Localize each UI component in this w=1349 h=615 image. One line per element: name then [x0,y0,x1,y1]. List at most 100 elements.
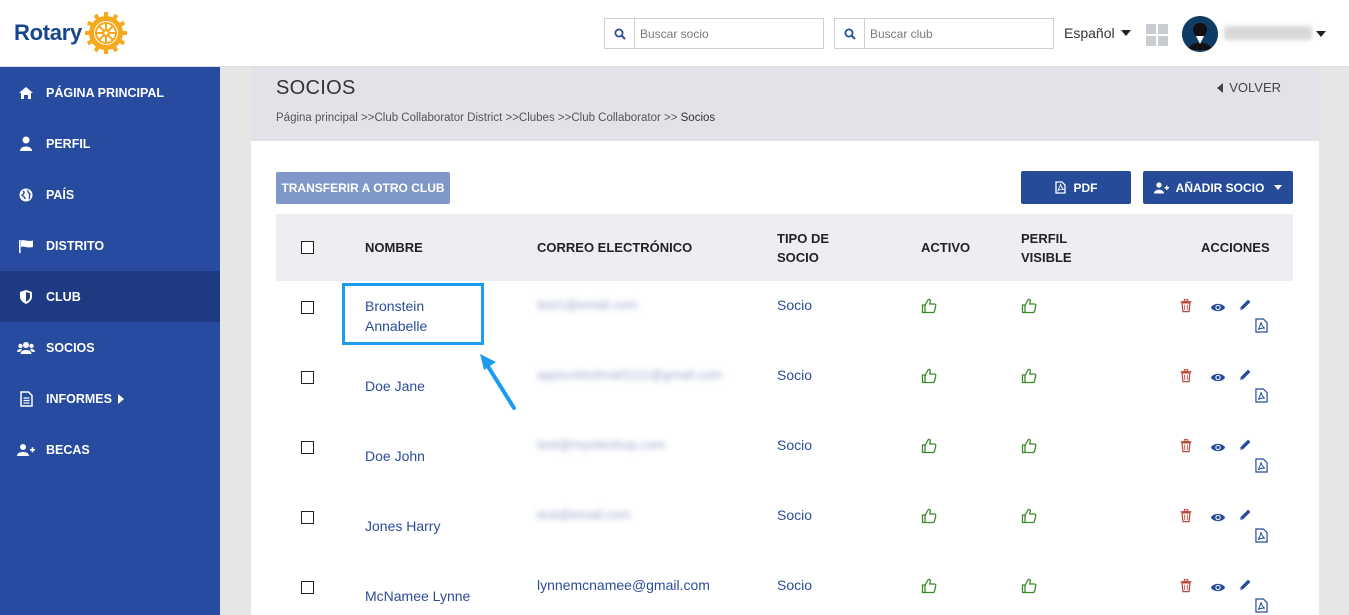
eye-icon[interactable] [1210,440,1226,456]
user-icon [16,136,36,152]
apps-grid-icon[interactable] [1146,24,1168,46]
thumbs-up-icon[interactable] [1021,438,1037,454]
sidebar-item-country[interactable]: PAÍS [0,169,220,220]
thumbs-up-icon[interactable] [921,368,937,384]
sidebar-item-district[interactable]: DISTRITO [0,220,220,271]
member-name-line1: Jones Harry [365,518,441,534]
sidebar-item-label: CLUB [46,289,81,304]
thumbs-up-icon[interactable] [1021,578,1037,594]
table-row: Bronstein Annabelle test1@email.com Socio [276,281,1293,351]
row-checkbox[interactable] [301,511,314,524]
sidebar-item-scholarships[interactable]: BECAS [0,424,220,475]
sidebar-item-club[interactable]: CLUB [0,271,220,322]
trash-icon[interactable] [1179,298,1195,314]
pdf-icon[interactable] [1255,388,1271,404]
edit-pencil-icon[interactable] [1238,438,1254,454]
sidebar-item-home[interactable]: PÁGINA PRINCIPAL [0,67,220,118]
thumbs-up-icon[interactable] [1021,298,1037,314]
pdf-icon[interactable] [1255,458,1271,474]
member-name-link[interactable]: Jones Harry [365,516,440,536]
pdf-icon[interactable] [1255,318,1271,334]
eye-icon[interactable] [1210,370,1226,386]
member-name-line2: Annabelle [365,318,428,334]
rotary-logo[interactable]: Rotary [14,11,128,55]
member-email: lynnemcnamee@gmail.com [537,577,710,593]
header-visible-line1: PERFIL [1021,231,1068,246]
sidebar-item-label: BECAS [46,442,90,457]
thumbs-up-icon[interactable] [921,438,937,454]
transfer-club-button[interactable]: TRANSFERIR A OTRO CLUB [276,172,450,204]
thumbs-up-icon[interactable] [921,508,937,524]
language-selector[interactable]: Español [1064,25,1131,41]
header-actions: ACCIONES [1201,240,1270,255]
edit-pencil-icon[interactable] [1238,298,1254,314]
header-type[interactable]: TIPO DE SOCIO [777,229,829,267]
breadcrumb-current: Socios [680,112,716,124]
breadcrumb-path[interactable]: Página principal >>Club Collaborator Dis… [276,112,681,124]
sidebar-item-profile[interactable]: PERFIL [0,118,220,169]
chevron-left-icon [1217,82,1224,93]
member-name-line1: Doe Jane [365,378,425,394]
thumbs-up-icon[interactable] [1021,368,1037,384]
row-checkbox[interactable] [301,441,314,454]
trash-icon[interactable] [1179,578,1195,594]
row-checkbox[interactable] [301,371,314,384]
sidebar: PÁGINA PRINCIPAL PERFIL PAÍS DISTRITO CL… [0,67,220,615]
document-icon [16,390,36,407]
member-type: Socio [777,367,813,383]
shield-icon [16,289,36,305]
row-checkbox[interactable] [301,301,314,314]
back-button[interactable]: VOLVER [1217,80,1281,95]
sidebar-item-label: SOCIOS [46,340,95,355]
sidebar-item-label: PAÍS [46,187,75,202]
search-club-input[interactable] [865,19,1053,48]
pdf-icon[interactable] [1255,598,1271,614]
search-club [834,18,1054,49]
eye-icon[interactable] [1210,580,1226,596]
pdf-button[interactable]: PDF [1021,171,1131,204]
trash-icon[interactable] [1179,438,1195,454]
home-icon [16,85,36,101]
member-name-link[interactable]: Doe John [365,446,425,466]
user-plus-icon [1153,181,1169,193]
header-active[interactable]: ACTIVO [921,238,970,257]
thumbs-up-icon[interactable] [1021,508,1037,524]
add-member-button[interactable]: AÑADIR SOCIO [1143,171,1293,204]
chevron-down-icon[interactable] [1316,31,1326,37]
header-name[interactable]: NOMBRE [365,238,423,257]
chevron-right-icon [117,393,124,404]
pdf-icon[interactable] [1255,528,1271,544]
pdf-label: PDF [1073,180,1098,195]
avatar[interactable] [1182,16,1218,52]
trash-icon[interactable] [1179,508,1195,524]
globe-icon [16,187,36,203]
member-name-link[interactable]: Bronstein Annabelle [365,296,427,336]
select-all-checkbox[interactable] [301,241,314,254]
back-label: VOLVER [1229,80,1281,95]
breadcrumb[interactable]: Página principal >>Club Collaborator Dis… [276,112,1319,124]
member-name-link[interactable]: McNamee Lynne [365,586,470,606]
edit-pencil-icon[interactable] [1238,578,1254,594]
edit-pencil-icon[interactable] [1238,368,1254,384]
edit-pencil-icon[interactable] [1238,508,1254,524]
thumbs-up-icon[interactable] [921,578,937,594]
header-visible[interactable]: PERFIL VISIBLE [1021,229,1072,267]
header-type-line2: SOCIO [777,250,819,265]
trash-icon[interactable] [1179,368,1195,384]
main-panel: SOCIOS Página principal >>Club Collabora… [251,67,1319,615]
sidebar-item-reports[interactable]: INFORMES [0,373,220,424]
username-redacted[interactable] [1224,26,1312,40]
sidebar-item-label: PERFIL [46,136,91,151]
search-icon[interactable] [605,19,635,48]
thumbs-up-icon[interactable] [921,298,937,314]
sidebar-item-members[interactable]: SOCIOS [0,322,220,373]
member-name-link[interactable]: Doe Jane [365,376,425,396]
header-email[interactable]: CORREO ELECTRÓNICO [537,238,692,257]
users-icon [16,340,36,356]
rotary-wheel-icon [84,12,127,54]
search-icon[interactable] [835,19,865,48]
eye-icon[interactable] [1210,300,1226,316]
search-member-input[interactable] [635,19,823,48]
eye-icon[interactable] [1210,510,1226,526]
row-checkbox[interactable] [301,581,314,594]
